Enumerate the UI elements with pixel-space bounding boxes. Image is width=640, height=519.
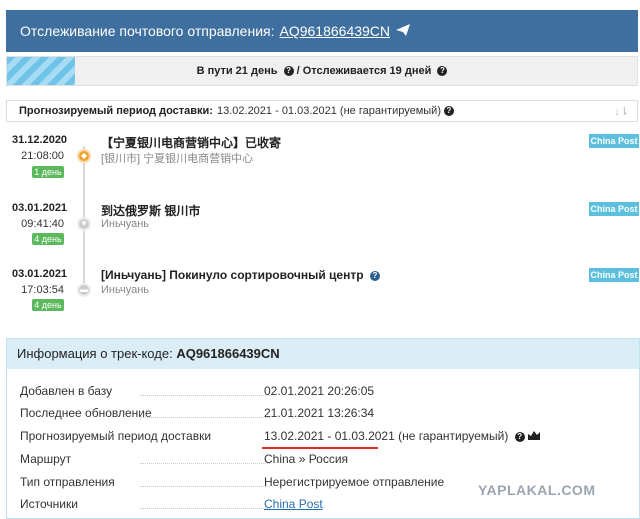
info-row-value: Нерегистрируемое отправление xyxy=(264,475,445,489)
event-location: Иньчуань xyxy=(101,218,150,230)
in-transit-text: В пути 21 день xyxy=(196,65,278,77)
track-info-code: AQ961866439CN xyxy=(176,346,280,361)
info-row-value: China » Россия xyxy=(264,452,349,466)
event-location: Иньчуань xyxy=(101,284,150,296)
status-bar: В пути 21 день ? / Отслеживается 19 дней… xyxy=(6,56,638,86)
event-date: 03.01.2021 xyxy=(12,202,68,214)
info-row-route: Маршрут China » Россия xyxy=(20,452,620,470)
track-info-heading: Информация о трек-коде: AQ961866439CN xyxy=(7,339,639,369)
forecast-dates: 13.02.2021 - 01.03.2021 xyxy=(264,429,395,443)
event-time: 17:03:54 xyxy=(21,284,64,296)
chart-icon[interactable] xyxy=(528,429,541,443)
arrow-down-icon: ▼ xyxy=(77,217,91,231)
info-row-forecast: Прогнозируемый период доставки 13.02.202… xyxy=(20,429,620,447)
help-icon[interactable]: ? xyxy=(369,270,380,281)
dotted-divider xyxy=(140,395,270,396)
event-title: 到达俄罗斯 银川市 xyxy=(101,204,201,218)
sort-icon[interactable]: ↓⇂ xyxy=(614,105,629,118)
box-icon: ◆ xyxy=(77,149,91,163)
info-row-added: Добавлен в базу 02.01.2021 20:26:05 xyxy=(20,384,620,402)
event-title: [Иньчуань] Покинуло сортировочный центр … xyxy=(101,268,380,282)
info-row-value: 02.01.2021 20:26:05 xyxy=(264,384,375,398)
page: Отслеживание почтового отправления: AQ96… xyxy=(0,0,640,519)
source-badge[interactable]: China Post xyxy=(589,268,639,282)
red-underline xyxy=(262,447,378,449)
info-row-label: Прогнозируемый период доставки xyxy=(20,429,212,443)
event-date: 03.01.2021 xyxy=(12,268,68,280)
tracked-text: / Отслеживается 19 дней xyxy=(296,65,432,77)
event-time: 09:41:40 xyxy=(21,218,64,230)
forecast-note: (не гарантируемый) xyxy=(398,429,509,443)
event-days-badge: 4 день xyxy=(32,299,64,311)
event-time: 21:08:00 xyxy=(21,150,64,162)
help-icon[interactable]: ? xyxy=(437,66,448,77)
event-title: 【宁夏银川电商营销中心】已收寄 xyxy=(101,136,282,150)
forecast-value: 13.02.2021 - 01.03.2021 (не гарантируемы… xyxy=(216,105,441,117)
dotted-divider xyxy=(140,417,270,418)
source-link[interactable]: China Post xyxy=(264,497,323,511)
paper-plane-icon[interactable] xyxy=(396,23,411,39)
dotted-divider xyxy=(140,486,270,487)
info-row-label: Источники xyxy=(20,497,78,511)
event-location: [银川市] 宁夏银川电商营销中心 xyxy=(101,153,254,165)
forecast-bar: Прогнозируемый период доставки: 13.02.20… xyxy=(6,100,638,122)
event-date: 31.12.2020 xyxy=(12,134,68,146)
event-title-text: [Иньчуань] Покинуло сортировочный центр xyxy=(101,268,364,282)
info-row-label: Тип отправления xyxy=(20,475,115,489)
forecast-label: Прогнозируемый период доставки: xyxy=(19,105,213,117)
truck-icon: ▬ xyxy=(77,283,91,297)
track-info-label: Информация о трек-коде: xyxy=(17,346,173,361)
info-row-sources: Источники China Post xyxy=(20,497,620,515)
source-badge[interactable]: China Post xyxy=(589,202,639,216)
dotted-divider xyxy=(140,463,270,464)
help-icon[interactable]: ? xyxy=(443,106,454,116)
info-row-updated: Последнее обновление 21.01.2021 13:26:34 xyxy=(20,406,620,424)
watermark: YAPLAKAL.COM xyxy=(478,482,596,498)
info-row-value: 21.01.2021 13:26:34 xyxy=(264,406,375,420)
event-days-badge: 4 день xyxy=(32,233,64,245)
event-days-badge: 1 день xyxy=(32,166,64,178)
info-row-value: 13.02.2021 - 01.03.2021 (не гарантируемы… xyxy=(264,429,541,443)
info-row-label: Маршрут xyxy=(20,452,72,466)
status-text: В пути 21 день ? / Отслеживается 19 дней… xyxy=(7,65,637,77)
info-row-label: Последнее обновление xyxy=(20,406,152,420)
dotted-divider xyxy=(140,508,270,509)
header-title: Отслеживание почтового отправления: xyxy=(20,23,275,39)
info-row-label: Добавлен в базу xyxy=(20,384,113,398)
source-badge[interactable]: China Post xyxy=(589,134,639,148)
help-icon[interactable]: ? xyxy=(283,66,294,77)
tracking-number-link[interactable]: AQ961866439CN xyxy=(280,23,391,39)
help-icon[interactable]: ? xyxy=(514,431,525,442)
tracking-header: Отслеживание почтового отправления: AQ96… xyxy=(6,10,638,52)
